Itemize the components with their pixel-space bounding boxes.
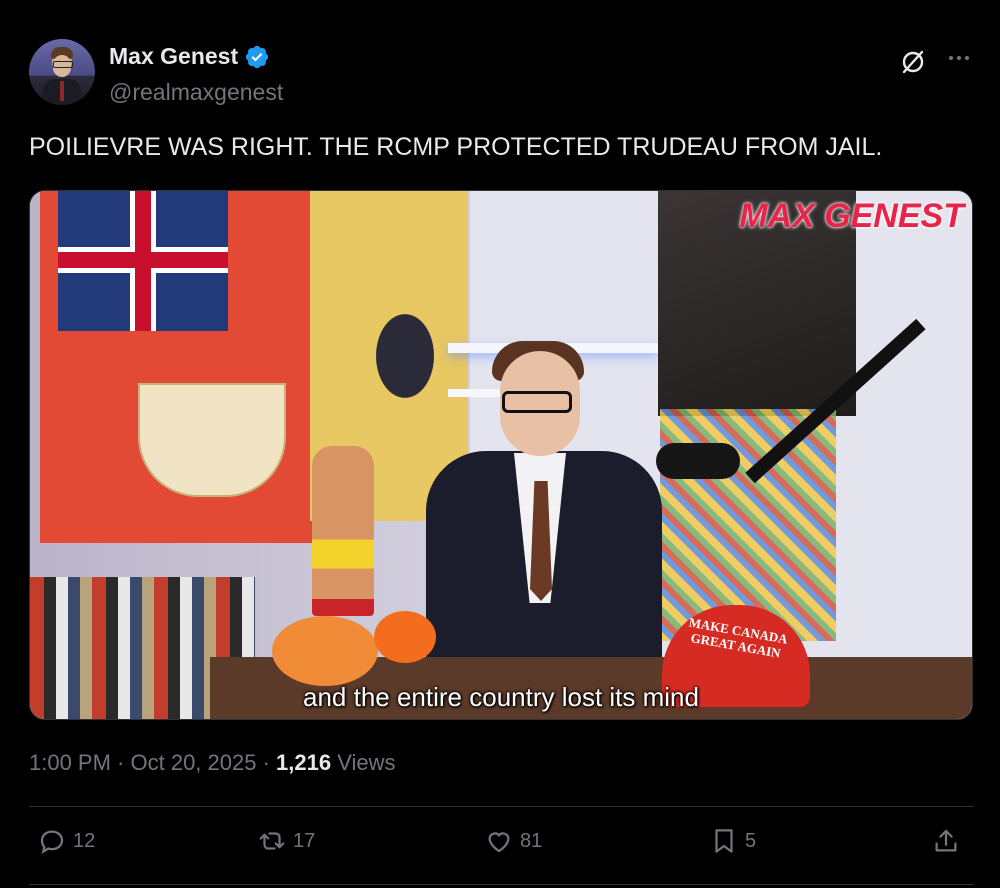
share-icon [935,829,957,852]
bookmark-button[interactable]: 5 [709,826,756,856]
tweet-text: POILIEVRE WAS RIGHT. THE RCMP PROTECTED … [29,133,883,161]
action-bar: 12 17 81 5 [29,826,974,870]
divider [29,806,974,807]
views-count: 1,216 [276,750,332,775]
reply-icon [40,830,64,854]
like-button[interactable]: 81 [484,826,542,856]
microphone-image [656,443,740,479]
heart-icon [488,832,510,853]
like-count: 81 [520,829,543,852]
repost-count: 17 [293,829,316,852]
tweet-header: Max Genest @realmaxgenest [29,39,974,109]
tweet-timestamp: 1:00 PM · Oct 20, 2025 · 1,216 Views [29,750,396,775]
video-subtitle: and the entire country lost its mind [303,682,699,712]
bookmark-count: 5 [745,829,757,852]
display-name[interactable]: Max Genest [109,43,238,70]
video-media[interactable]: MAKE CANADA GREAT AGAIN MAX GENEST and t… [29,190,973,720]
divider [29,884,974,885]
author-name-row: Max Genest [109,43,270,70]
tweet-date[interactable]: Oct 20, 2025 [131,750,257,775]
wrestler-figurine-image [312,446,374,616]
verified-badge-icon [246,45,269,68]
repost-button[interactable]: 17 [257,826,315,856]
tweet-time[interactable]: 1:00 PM [29,750,111,775]
more-options-icon[interactable] [944,43,974,73]
grok-icon[interactable] [898,47,928,77]
bookmark-icon [715,829,733,853]
avatar[interactable] [29,39,95,105]
reply-button[interactable]: 12 [37,826,95,856]
repost-icon [259,832,285,850]
views-label: Views [331,750,396,775]
video-watermark: MAX GENEST [739,197,964,235]
share-button[interactable] [931,826,961,856]
reply-count: 12 [73,829,96,852]
author-handle[interactable]: @realmaxgenest [109,79,283,106]
